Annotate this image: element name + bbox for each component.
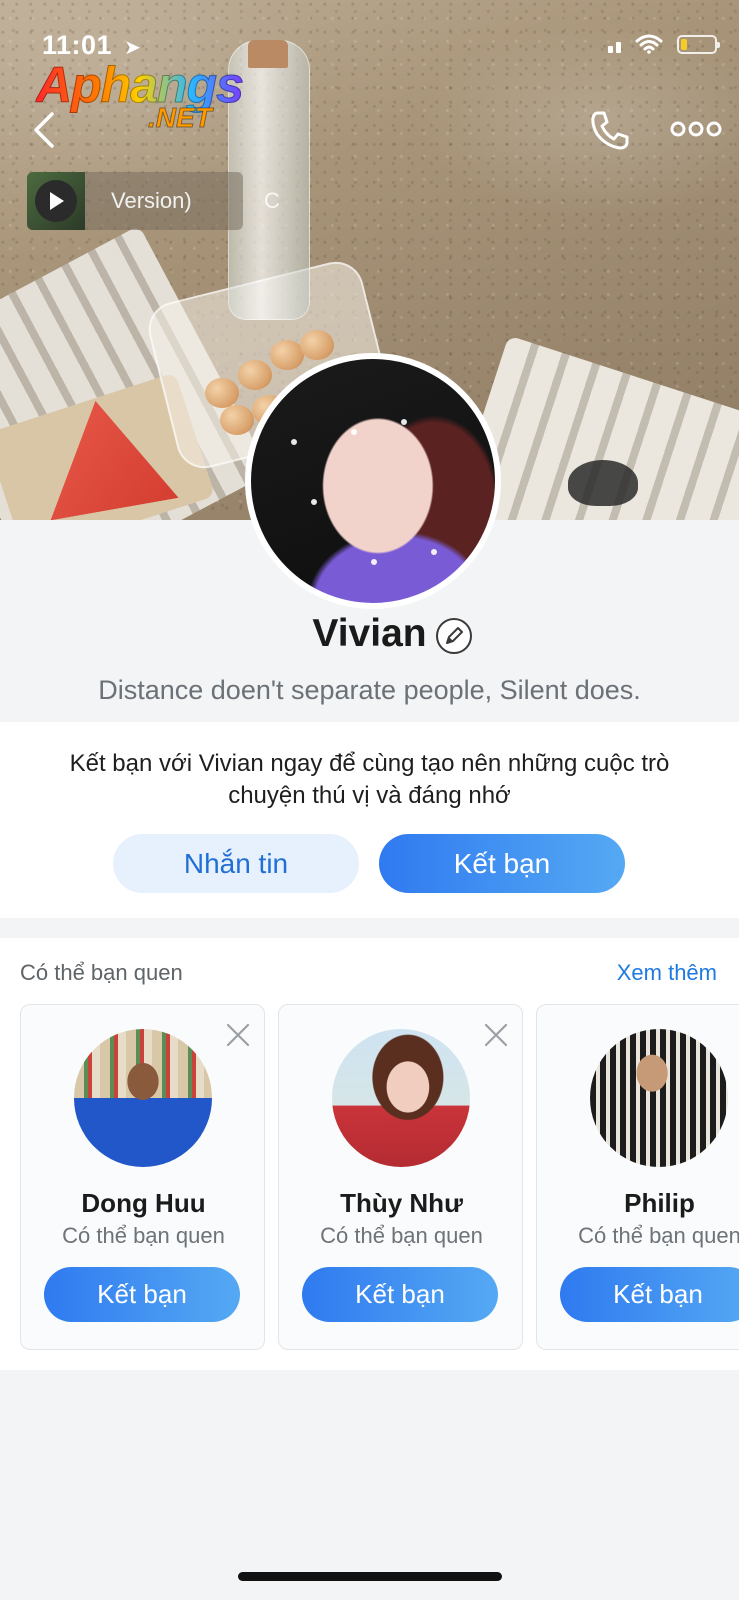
suggestion-avatar[interactable] — [332, 1029, 470, 1167]
wifi-icon — [635, 34, 663, 54]
dismiss-suggestion-button[interactable] — [224, 1021, 252, 1049]
suggestion-add-friend-button[interactable]: Kết bạn — [302, 1267, 498, 1322]
add-friend-button[interactable]: Kết bạn — [379, 834, 625, 893]
close-icon — [226, 1023, 250, 1047]
profile-music-player[interactable]: Version) — [27, 172, 243, 230]
edit-icon — [446, 627, 463, 644]
edit-name-button[interactable] — [436, 618, 472, 654]
sparkle — [351, 429, 357, 435]
more-options-button[interactable] — [670, 114, 722, 144]
music-title-overflow: C — [264, 188, 280, 213]
suggestion-avatar[interactable] — [590, 1029, 728, 1167]
suggestion-name: Dong Huu — [81, 1188, 206, 1218]
close-icon — [484, 1023, 508, 1047]
fruit — [270, 340, 304, 370]
more-icon — [670, 121, 722, 137]
sparkle — [371, 559, 377, 565]
suggestion-card[interactable]: Philip Có thể bạn quen Kết bạn — [536, 1004, 739, 1350]
add-friend-card: Kết bạn với Vivian ngay để cùng tạo nên … — [0, 722, 739, 918]
watermark-text-domain: .NET — [148, 102, 213, 134]
profile-avatar[interactable] — [245, 353, 501, 609]
suggestion-name: Thùy Như — [340, 1188, 463, 1218]
suggestion-avatar[interactable] — [74, 1029, 212, 1167]
watermark-logo: Aphangs .NET — [36, 56, 266, 140]
suggestion-subtitle: Có thể bạn quen — [62, 1223, 225, 1248]
fruit — [300, 330, 334, 360]
sparkle — [431, 549, 437, 555]
back-button[interactable] — [28, 108, 64, 152]
sparkle — [311, 499, 317, 505]
dismiss-suggestion-button[interactable] — [482, 1021, 510, 1049]
sparkle — [291, 439, 297, 445]
sparkle — [401, 419, 407, 425]
sunglasses — [568, 460, 638, 506]
play-icon — [50, 192, 64, 210]
back-icon — [34, 112, 54, 148]
profile-status: Distance doen't separate people, Silent … — [98, 675, 641, 705]
suggestion-add-friend-button[interactable]: Kết bạn — [44, 1267, 240, 1322]
suggestion-add-friend-button[interactable]: Kết bạn — [560, 1267, 739, 1322]
call-button[interactable] — [588, 108, 632, 152]
signal-icon — [608, 35, 621, 53]
music-thumbnail — [27, 172, 85, 230]
suggestions-heading: Có thể bạn quen — [20, 960, 183, 985]
see-more-link[interactable]: Xem thêm — [617, 960, 717, 986]
phone-icon — [591, 111, 629, 150]
fruit — [220, 405, 254, 435]
status-indicators — [608, 34, 720, 54]
suggestion-subtitle: Có thể bạn quen — [578, 1223, 739, 1248]
suggestion-card[interactable]: Thùy Như Có thể bạn quen Kết bạn — [278, 1004, 523, 1350]
play-button[interactable] — [35, 180, 77, 222]
fruit — [238, 360, 272, 390]
add-friend-message: Kết bạn với Vivian ngay để cùng tạo nên … — [69, 750, 670, 809]
suggestion-name: Philip — [624, 1188, 695, 1218]
profile-name: Vivian — [312, 612, 427, 655]
music-title: Version) — [111, 188, 192, 213]
home-indicator[interactable] — [238, 1572, 502, 1581]
fruit — [205, 378, 239, 408]
battery-level — [681, 38, 688, 50]
battery-icon — [677, 34, 720, 54]
send-message-button[interactable]: Nhắn tin — [113, 834, 359, 893]
suggestion-card[interactable]: Dong Huu Có thể bạn quen Kết bạn — [20, 1004, 265, 1350]
suggestion-subtitle: Có thể bạn quen — [320, 1223, 483, 1248]
